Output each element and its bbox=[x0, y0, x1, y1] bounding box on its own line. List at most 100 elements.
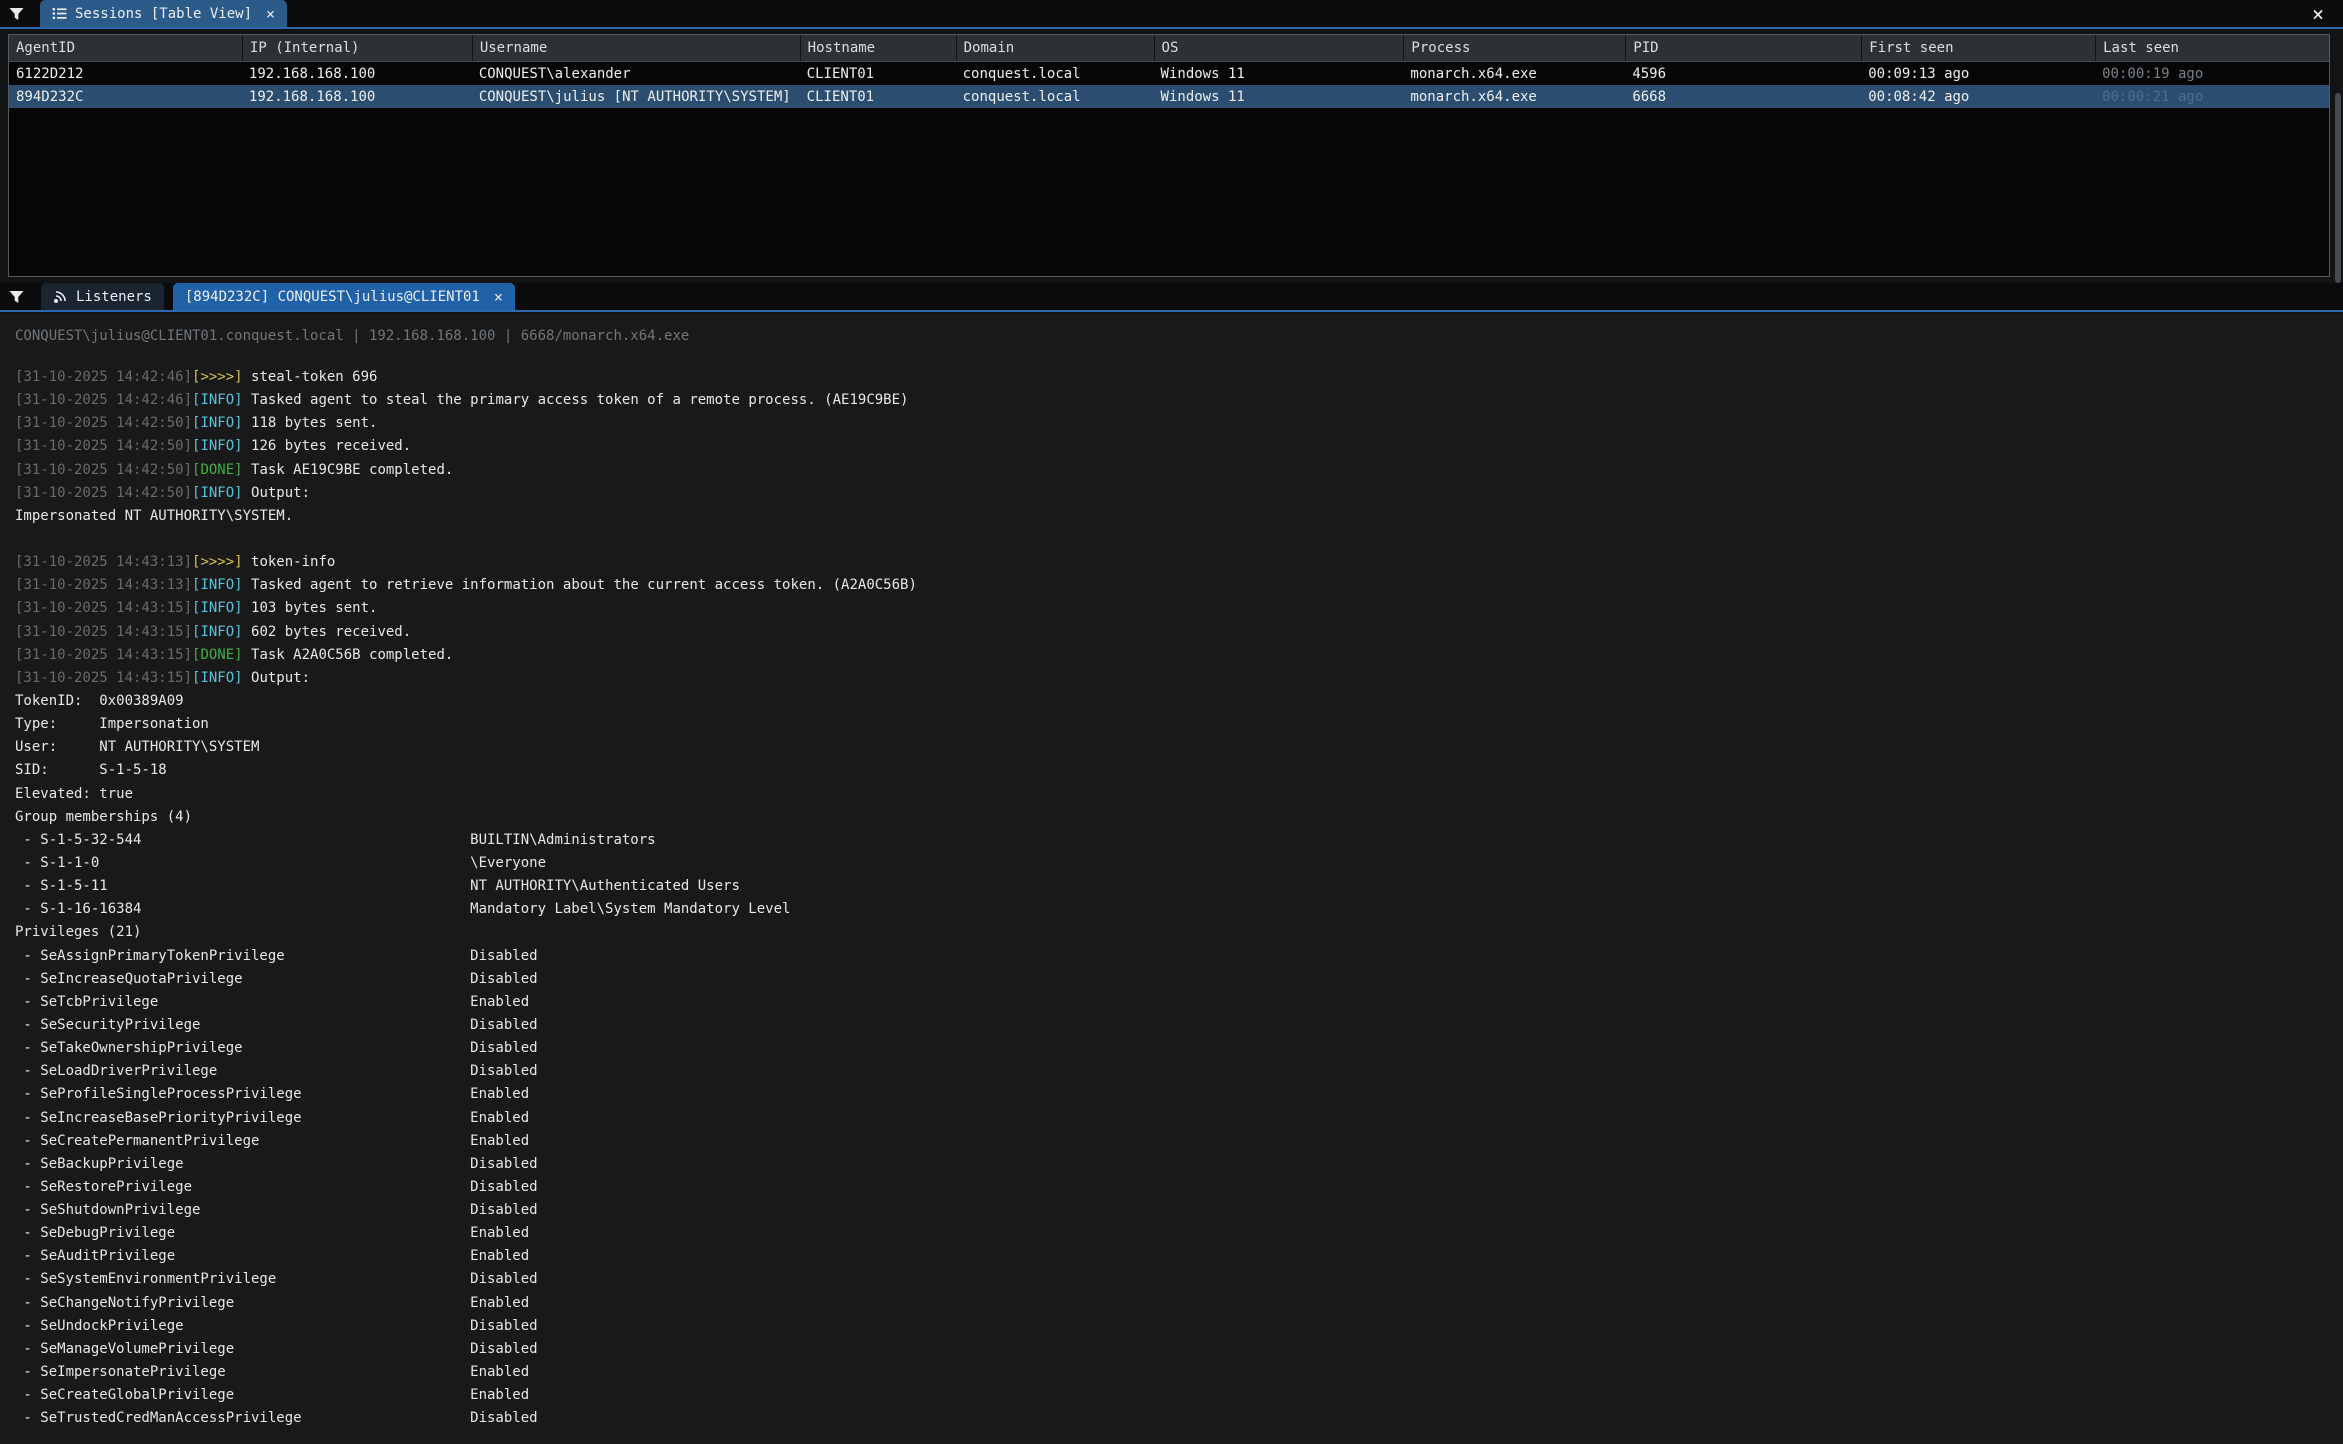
tab-label: [894D232C] CONQUEST\julius@CLIENT01 bbox=[185, 289, 480, 305]
broadcast-icon bbox=[53, 290, 68, 304]
column-header[interactable]: Username bbox=[472, 35, 800, 61]
tab-close-icon[interactable]: × bbox=[266, 5, 275, 23]
console-line: [31-10-2025 14:43:15][INFO] 103 bytes se… bbox=[15, 597, 2343, 620]
table-row[interactable]: 894D232C192.168.168.100CONQUEST\julius [… bbox=[9, 85, 2329, 108]
console-line: - SeSecurityPrivilege Disabled bbox=[15, 1014, 2343, 1037]
column-header[interactable]: Hostname bbox=[800, 35, 956, 61]
console-line: - SeDebugPrivilege Enabled bbox=[15, 1222, 2343, 1245]
filter-button[interactable] bbox=[0, 0, 32, 27]
table-cell: CLIENT01 bbox=[800, 85, 956, 108]
console-line: - SeTakeOwnershipPrivilege Disabled bbox=[15, 1037, 2343, 1060]
console-line: Elevated: true bbox=[15, 783, 2343, 806]
console-line: - S-1-5-11 NT AUTHORITY\Authenticated Us… bbox=[15, 875, 2343, 898]
table-cell: 00:00:19 ago bbox=[2095, 62, 2329, 85]
table-cell: conquest.local bbox=[956, 62, 1154, 85]
console-output: [31-10-2025 14:42:46][>>>>] steal-token … bbox=[15, 366, 2343, 1430]
console-tabbar: Listeners [894D232C] CONQUEST\julius@CLI… bbox=[0, 283, 2343, 312]
console-line: [31-10-2025 14:43:15][INFO] Output: bbox=[15, 667, 2343, 690]
console-line: [31-10-2025 14:43:15][DONE] Task A2A0C56… bbox=[15, 644, 2343, 667]
console-line: - SeTcbPrivilege Enabled bbox=[15, 991, 2343, 1014]
console-line: - SeLoadDriverPrivilege Disabled bbox=[15, 1060, 2343, 1083]
console-line: - SeCreateGlobalPrivilege Enabled bbox=[15, 1384, 2343, 1407]
table-cell: 00:08:42 ago bbox=[1861, 85, 2095, 108]
table-cell: 6668 bbox=[1625, 85, 1861, 108]
tab-agent-session[interactable]: [894D232C] CONQUEST\julius@CLIENT01 × bbox=[173, 283, 515, 310]
console-line: - SeChangeNotifyPrivilege Enabled bbox=[15, 1292, 2343, 1315]
column-header[interactable]: OS bbox=[1154, 35, 1404, 61]
column-header[interactable]: PID bbox=[1625, 35, 1861, 61]
column-header[interactable]: AgentID bbox=[9, 35, 242, 61]
agent-console[interactable]: CONQUEST\julius@CLIENT01.conquest.local … bbox=[0, 314, 2343, 1444]
console-line: - SeUndockPrivilege Disabled bbox=[15, 1315, 2343, 1338]
console-line: - SeRestorePrivilege Disabled bbox=[15, 1176, 2343, 1199]
console-line: [31-10-2025 14:42:46][INFO] Tasked agent… bbox=[15, 389, 2343, 412]
sessions-table-body: 6122D212192.168.168.100CONQUEST\alexande… bbox=[9, 62, 2329, 108]
console-line: - SeShutdownPrivilege Disabled bbox=[15, 1199, 2343, 1222]
table-cell: 4596 bbox=[1625, 62, 1861, 85]
console-line: [31-10-2025 14:42:50][INFO] 118 bytes se… bbox=[15, 412, 2343, 435]
console-line: [31-10-2025 14:42:50][INFO] Output: bbox=[15, 482, 2343, 505]
table-row[interactable]: 6122D212192.168.168.100CONQUEST\alexande… bbox=[9, 62, 2329, 85]
table-cell: CONQUEST\alexander bbox=[472, 62, 800, 85]
console-line: [31-10-2025 14:43:13][INFO] Tasked agent… bbox=[15, 574, 2343, 597]
console-line: [31-10-2025 14:43:13][>>>>] token-info bbox=[15, 551, 2343, 574]
console-line: - SeAssignPrimaryTokenPrivilege Disabled bbox=[15, 945, 2343, 968]
vertical-scrollbar-thumb[interactable] bbox=[2335, 93, 2341, 283]
column-header[interactable]: Process bbox=[1403, 35, 1625, 61]
table-cell: 00:09:13 ago bbox=[1861, 62, 2095, 85]
sessions-table: AgentIDIP (Internal)UsernameHostnameDoma… bbox=[8, 34, 2330, 277]
tab-label: Sessions [Table View] bbox=[75, 6, 252, 22]
table-cell: 894D232C bbox=[9, 85, 242, 108]
table-cell: 00:00:21 ago bbox=[2095, 85, 2329, 108]
column-header[interactable]: IP (Internal) bbox=[242, 35, 472, 61]
console-line: - SeIncreaseBasePriorityPrivilege Enable… bbox=[15, 1107, 2343, 1130]
tab-listeners[interactable]: Listeners bbox=[41, 283, 164, 310]
console-line: [31-10-2025 14:42:46][>>>>] steal-token … bbox=[15, 366, 2343, 389]
console-line: - S-1-5-32-544 BUILTIN\Administrators bbox=[15, 829, 2343, 852]
console-line: - SeIncreaseQuotaPrivilege Disabled bbox=[15, 968, 2343, 991]
table-cell: monarch.x64.exe bbox=[1403, 62, 1625, 85]
filter-button[interactable] bbox=[0, 283, 32, 310]
sessions-tabbar: Sessions [Table View] × × bbox=[0, 0, 2343, 29]
console-line: SID: S-1-5-18 bbox=[15, 759, 2343, 782]
table-cell: 192.168.168.100 bbox=[242, 62, 472, 85]
console-line: - SeProfileSingleProcessPrivilege Enable… bbox=[15, 1083, 2343, 1106]
console-line: - SeBackupPrivilege Disabled bbox=[15, 1153, 2343, 1176]
console-line bbox=[15, 528, 2343, 551]
console-line: TokenID: 0x00389A09 bbox=[15, 690, 2343, 713]
console-line: Impersonated NT AUTHORITY\SYSTEM. bbox=[15, 505, 2343, 528]
console-line: Group memberships (4) bbox=[15, 806, 2343, 829]
table-cell: 6122D212 bbox=[9, 62, 242, 85]
console-line: - SeManageVolumePrivilege Disabled bbox=[15, 1338, 2343, 1361]
column-header[interactable]: Domain bbox=[956, 35, 1154, 61]
console-line: - SeCreatePermanentPrivilege Enabled bbox=[15, 1130, 2343, 1153]
console-line: - SeImpersonatePrivilege Enabled bbox=[15, 1361, 2343, 1384]
table-cell: monarch.x64.exe bbox=[1403, 85, 1625, 108]
column-header[interactable]: First seen bbox=[1861, 35, 2095, 61]
table-cell: conquest.local bbox=[956, 85, 1154, 108]
sessions-table-header: AgentIDIP (Internal)UsernameHostnameDoma… bbox=[9, 35, 2329, 62]
funnel-icon bbox=[8, 6, 25, 22]
tab-close-icon[interactable]: × bbox=[494, 288, 503, 306]
table-cell: 192.168.168.100 bbox=[242, 85, 472, 108]
funnel-icon bbox=[8, 289, 25, 305]
console-line: - S-1-16-16384 Mandatory Label\System Ma… bbox=[15, 898, 2343, 921]
console-line: [31-10-2025 14:43:15][INFO] 602 bytes re… bbox=[15, 621, 2343, 644]
console-line: - S-1-1-0 \Everyone bbox=[15, 852, 2343, 875]
table-cell: Windows 11 bbox=[1154, 85, 1404, 108]
list-icon bbox=[52, 7, 67, 20]
table-cell: Windows 11 bbox=[1154, 62, 1404, 85]
column-header[interactable]: Last seen bbox=[2095, 35, 2329, 61]
window-close-icon[interactable]: × bbox=[2305, 1, 2331, 27]
console-line: - SeAuditPrivilege Enabled bbox=[15, 1245, 2343, 1268]
app-window: Sessions [Table View] × × AgentIDIP (Int… bbox=[0, 0, 2343, 1444]
tab-sessions-table-view[interactable]: Sessions [Table View] × bbox=[40, 0, 287, 27]
console-line: Type: Impersonation bbox=[15, 713, 2343, 736]
agent-context-line: CONQUEST\julius@CLIENT01.conquest.local … bbox=[15, 326, 2343, 346]
tab-label: Listeners bbox=[76, 289, 152, 305]
console-line: [31-10-2025 14:42:50][INFO] 126 bytes re… bbox=[15, 435, 2343, 458]
table-cell: CONQUEST\julius [NT AUTHORITY\SYSTEM] bbox=[472, 85, 800, 108]
table-cell: CLIENT01 bbox=[800, 62, 956, 85]
console-line: - SeSystemEnvironmentPrivilege Disabled bbox=[15, 1268, 2343, 1291]
console-line: [31-10-2025 14:42:50][DONE] Task AE19C9B… bbox=[15, 459, 2343, 482]
